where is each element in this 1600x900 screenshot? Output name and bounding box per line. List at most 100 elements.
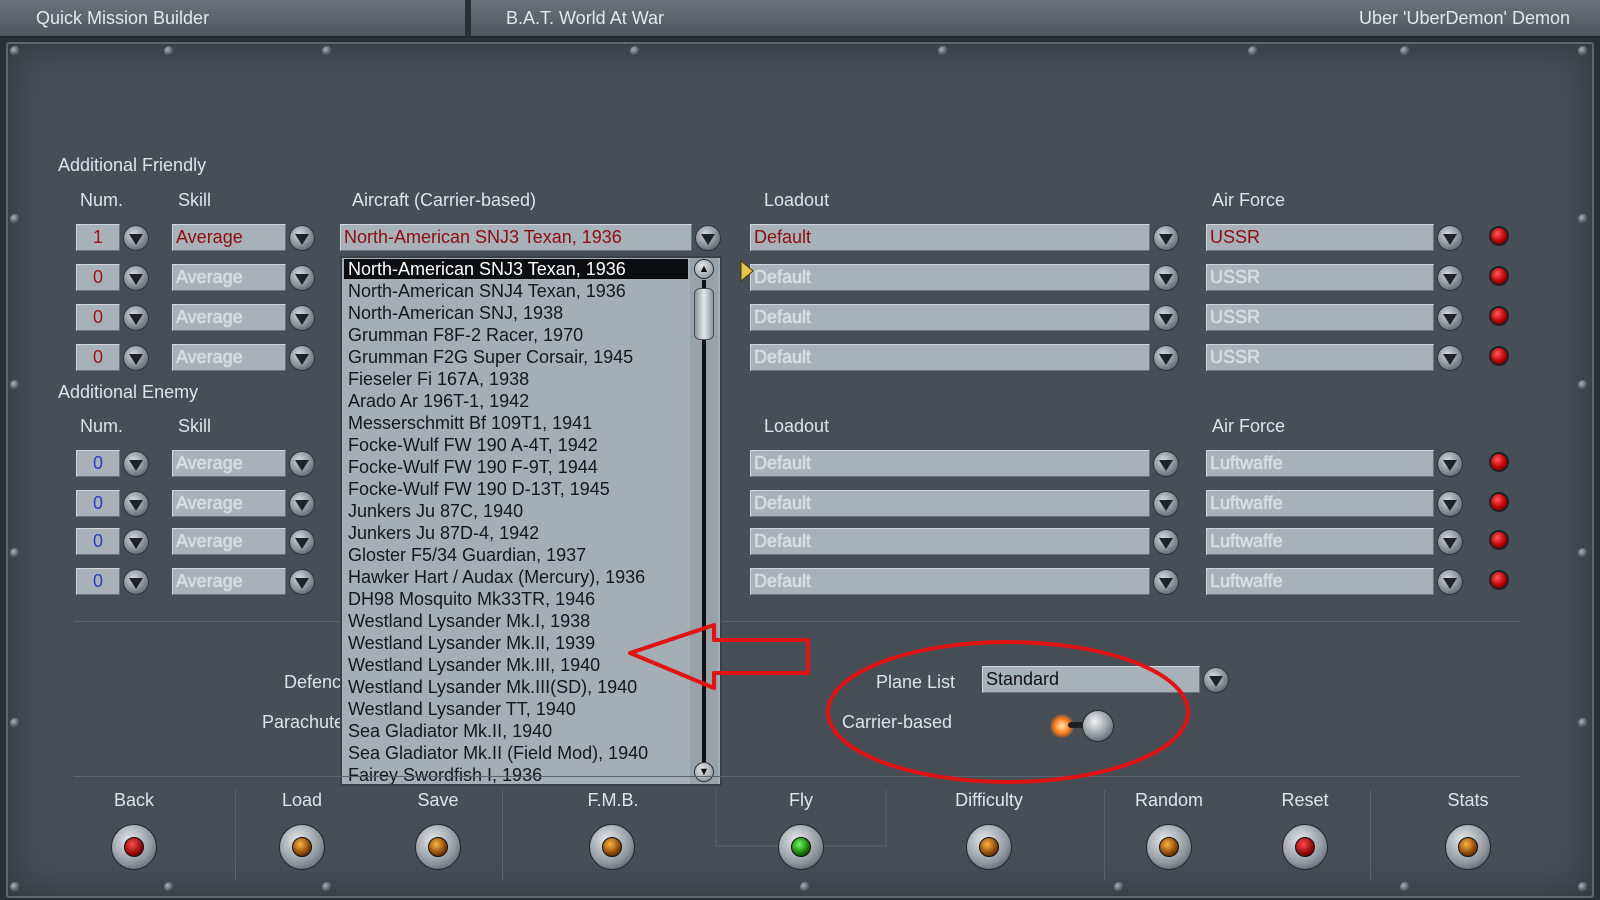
enemy-loadout-field[interactable]: Default xyxy=(750,568,1150,595)
enemy-num-field[interactable]: 0 xyxy=(76,450,120,477)
aircraft-list-item[interactable]: Junkers Ju 87C, 1940 xyxy=(342,500,690,522)
aircraft-list-item[interactable]: Focke-Wulf FW 190 F-9T, 1944 xyxy=(342,456,690,478)
save-button[interactable] xyxy=(415,824,461,870)
friendly-loadout-field[interactable]: Default xyxy=(750,224,1150,251)
aircraft-list-item[interactable]: Gloster F5/34 Guardian, 1937 xyxy=(342,544,690,566)
scrollbar-thumb[interactable] xyxy=(694,288,714,340)
aircraft-list-item[interactable]: Fieseler Fi 167A, 1938 xyxy=(342,368,690,390)
friendly-num-field[interactable]: 0 xyxy=(76,344,120,371)
fly-button[interactable] xyxy=(778,824,824,870)
aircraft-dropdown-button[interactable] xyxy=(695,225,721,251)
enemy-airforce-field[interactable]: Luftwaffe xyxy=(1206,450,1434,477)
aircraft-list-item[interactable]: North-American SNJ, 1938 xyxy=(342,302,690,324)
status-led[interactable] xyxy=(1489,346,1509,366)
aircraft-list-item[interactable]: Westland Lysander Mk.III(SD), 1940 xyxy=(342,676,690,698)
enemy-loadout-field[interactable]: Default xyxy=(750,490,1150,517)
airforce-dropdown-button[interactable] xyxy=(1437,569,1463,595)
enemy-skill-field[interactable]: Average xyxy=(172,568,286,595)
airforce-dropdown-button[interactable] xyxy=(1437,305,1463,331)
aircraft-dropdown-list[interactable]: North-American SNJ3 Texan, 1936 North-Ame… xyxy=(340,256,722,786)
friendly-skill-field[interactable]: Average xyxy=(172,304,286,331)
loadout-dropdown-button[interactable] xyxy=(1153,569,1179,595)
friendly-num-field[interactable]: 0 xyxy=(76,264,120,291)
num-dropdown-button[interactable] xyxy=(123,529,149,555)
enemy-airforce-field[interactable]: Luftwaffe xyxy=(1206,568,1434,595)
loadout-dropdown-button[interactable] xyxy=(1153,265,1179,291)
aircraft-list-item[interactable]: Fairey Swordfish I, 1936 xyxy=(342,764,690,784)
friendly-aircraft-field[interactable]: North-American SNJ3 Texan, 1936 xyxy=(340,224,692,251)
enemy-airforce-field[interactable]: Luftwaffe xyxy=(1206,490,1434,517)
skill-dropdown-button[interactable] xyxy=(289,451,315,477)
skill-dropdown-button[interactable] xyxy=(289,305,315,331)
num-dropdown-button[interactable] xyxy=(123,569,149,595)
skill-dropdown-button[interactable] xyxy=(289,345,315,371)
aircraft-list-item[interactable]: Grumman F8F-2 Racer, 1970 xyxy=(342,324,690,346)
aircraft-list-item[interactable]: Sea Gladiator Mk.II, 1940 xyxy=(342,720,690,742)
aircraft-list-item[interactable]: Focke-Wulf FW 190 A-4T, 1942 xyxy=(342,434,690,456)
scrollbar-track[interactable] xyxy=(702,280,706,762)
friendly-airforce-field[interactable]: USSR xyxy=(1206,304,1434,331)
aircraft-list-item[interactable]: DH98 Mosquito Mk33TR, 1946 xyxy=(342,588,690,610)
aircraft-list-item[interactable]: Westland Lysander Mk.III, 1940 xyxy=(342,654,690,676)
enemy-airforce-field[interactable]: Luftwaffe xyxy=(1206,528,1434,555)
carrier-based-toggle[interactable] xyxy=(1050,708,1120,744)
airforce-dropdown-button[interactable] xyxy=(1437,529,1463,555)
aircraft-list-item[interactable]: Messerschmitt Bf 109T1, 1941 xyxy=(342,412,690,434)
fmb-button[interactable] xyxy=(589,824,635,870)
aircraft-list-item[interactable]: Sea Gladiator Mk.II (Field Mod), 1940 xyxy=(342,742,690,764)
status-led[interactable] xyxy=(1489,570,1509,590)
loadout-dropdown-button[interactable] xyxy=(1153,491,1179,517)
skill-dropdown-button[interactable] xyxy=(289,265,315,291)
enemy-num-field[interactable]: 0 xyxy=(76,490,120,517)
friendly-loadout-field[interactable]: Default xyxy=(750,344,1150,371)
loadout-dropdown-button[interactable] xyxy=(1153,305,1179,331)
scroll-down-icon[interactable]: ▼ xyxy=(694,762,714,782)
enemy-skill-field[interactable]: Average xyxy=(172,528,286,555)
random-button[interactable] xyxy=(1146,824,1192,870)
aircraft-list-item[interactable]: Junkers Ju 87D-4, 1942 xyxy=(342,522,690,544)
num-dropdown-button[interactable] xyxy=(123,451,149,477)
status-led[interactable] xyxy=(1489,452,1509,472)
friendly-airforce-field[interactable]: USSR xyxy=(1206,344,1434,371)
enemy-num-field[interactable]: 0 xyxy=(76,568,120,595)
friendly-airforce-field[interactable]: USSR xyxy=(1206,224,1434,251)
friendly-skill-field[interactable]: Average xyxy=(172,344,286,371)
friendly-num-field[interactable]: 0 xyxy=(76,304,120,331)
airforce-dropdown-button[interactable] xyxy=(1437,451,1463,477)
num-dropdown-button[interactable] xyxy=(123,345,149,371)
num-dropdown-button[interactable] xyxy=(123,305,149,331)
loadout-dropdown-button[interactable] xyxy=(1153,225,1179,251)
scroll-up-icon[interactable]: ▲ xyxy=(694,259,714,279)
enemy-skill-field[interactable]: Average xyxy=(172,490,286,517)
stats-button[interactable] xyxy=(1445,824,1491,870)
aircraft-list-item[interactable]: Arado Ar 196T-1, 1942 xyxy=(342,390,690,412)
skill-dropdown-button[interactable] xyxy=(289,225,315,251)
skill-dropdown-button[interactable] xyxy=(289,569,315,595)
aircraft-list-item[interactable]: Westland Lysander Mk.I, 1938 xyxy=(342,610,690,632)
friendly-num-field[interactable]: 1 xyxy=(76,224,120,251)
loadout-dropdown-button[interactable] xyxy=(1153,529,1179,555)
enemy-skill-field[interactable]: Average xyxy=(172,450,286,477)
status-led[interactable] xyxy=(1489,530,1509,550)
status-led[interactable] xyxy=(1489,492,1509,512)
aircraft-list-item[interactable]: Westland Lysander TT, 1940 xyxy=(342,698,690,720)
aircraft-list-item[interactable]: Focke-Wulf FW 190 D-13T, 1945 xyxy=(342,478,690,500)
enemy-num-field[interactable]: 0 xyxy=(76,528,120,555)
skill-dropdown-button[interactable] xyxy=(289,491,315,517)
reset-button[interactable] xyxy=(1282,824,1328,870)
skill-dropdown-button[interactable] xyxy=(289,529,315,555)
status-led[interactable] xyxy=(1489,306,1509,326)
status-led[interactable] xyxy=(1489,226,1509,246)
aircraft-list[interactable]: North-American SNJ3 Texan, 1936 North-Ame… xyxy=(342,258,690,784)
friendly-airforce-field[interactable]: USSR xyxy=(1206,264,1434,291)
enemy-loadout-field[interactable]: Default xyxy=(750,450,1150,477)
num-dropdown-button[interactable] xyxy=(123,265,149,291)
airforce-dropdown-button[interactable] xyxy=(1437,491,1463,517)
plane-list-dropdown-button[interactable] xyxy=(1203,667,1229,693)
back-button[interactable] xyxy=(111,824,157,870)
load-button[interactable] xyxy=(279,824,325,870)
loadout-dropdown-button[interactable] xyxy=(1153,451,1179,477)
aircraft-list-item[interactable]: Westland Lysander Mk.II, 1939 xyxy=(342,632,690,654)
aircraft-list-item[interactable]: Hawker Hart / Audax (Mercury), 1936 xyxy=(342,566,690,588)
friendly-skill-field[interactable]: Average xyxy=(172,264,286,291)
